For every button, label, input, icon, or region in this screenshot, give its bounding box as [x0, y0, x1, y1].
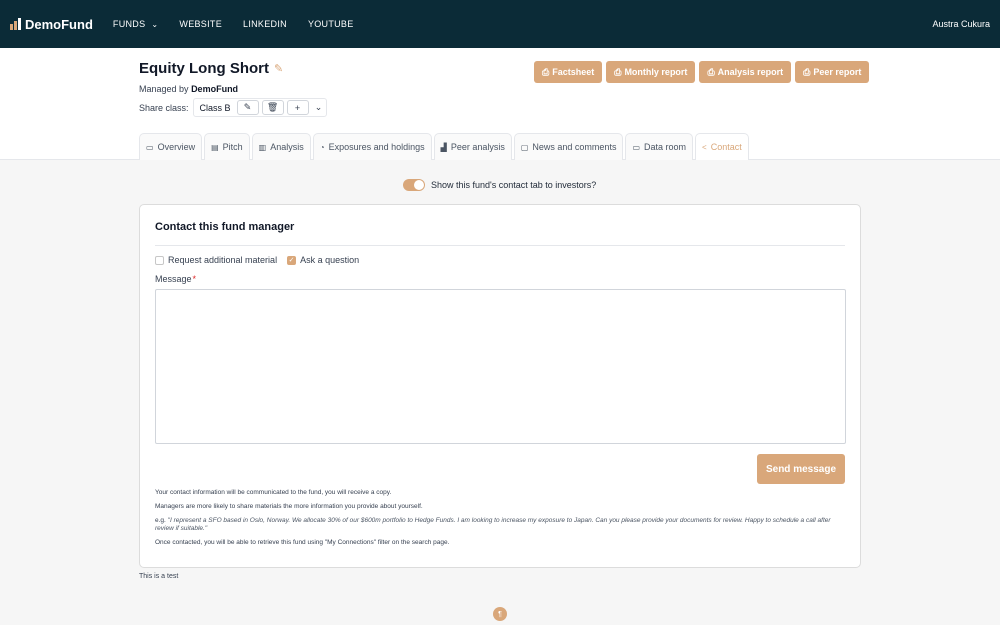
tab-exposures[interactable]: ◔ Exposures and holdings [312, 133, 432, 160]
edit-icon: ✎ [243, 102, 252, 112]
title-row: Equity Long Short ✎ [139, 60, 283, 77]
edit-share-class-button[interactable]: ✎ [236, 100, 259, 115]
help-icon[interactable]: ¶ [493, 607, 507, 621]
nav-website[interactable]: WEBSITE [179, 19, 222, 29]
message-label: Message* [155, 274, 196, 284]
ask-question-option[interactable]: ✓ Ask a question [287, 255, 359, 265]
nav-website-label: WEBSITE [179, 19, 223, 29]
message-textarea[interactable] [155, 289, 846, 444]
managed-by-prefix: Managed by [139, 84, 189, 94]
tab-analysis-label: Analysis [270, 142, 304, 152]
note-more-info: Managers are more likely to share materi… [155, 502, 423, 510]
fund-title: Equity Long Short [139, 60, 269, 77]
note-example-prefix: e.g. [155, 516, 166, 524]
tab-news-label: News and comments [532, 142, 617, 152]
analysis-report-button[interactable]: ⎙ Analysis report [699, 61, 792, 83]
divider [155, 245, 845, 246]
share-class-group: Class B ✎ 🗑 + ⌄ [192, 98, 327, 117]
tab-exposures-label: Exposures and holdings [328, 142, 425, 152]
note-example: e.g. "I represent a SFO based in Oslo, N… [155, 517, 845, 535]
message-label-text: Message [155, 274, 192, 284]
contact-visibility-label: Show this fund's contact tab to investor… [431, 180, 597, 190]
plus-icon: + [294, 102, 301, 113]
tab-overview[interactable]: ▭ Overview [139, 133, 203, 160]
request-material-label: Request additional material [168, 255, 278, 265]
folder-icon: ▭ [632, 142, 641, 152]
chevron-down-icon: ⌄ [151, 19, 159, 29]
top-navbar: DemoFund FUNDS ⌄ WEBSITE LINKEDIN YOUTUB… [0, 0, 1000, 48]
add-share-class-button[interactable]: + [286, 100, 309, 115]
tab-data-room-label: Data room [644, 142, 687, 152]
fund-tabs: ▭ Overview ▤ Pitch ▥ Analysis ◔ Exposures an… [139, 133, 749, 160]
nav-linkedin[interactable]: LINKEDIN [243, 19, 287, 29]
share-class-label: Share class: [139, 102, 189, 113]
monthly-report-button[interactable]: ⎙ Monthly report [606, 61, 696, 83]
user-menu[interactable]: Austra Cukura [932, 19, 990, 29]
tab-analysis[interactable]: ▥ Analysis [251, 133, 311, 160]
printer-icon: ⎙ [542, 66, 550, 77]
contact-visibility-row: Show this fund's contact tab to investor… [403, 179, 596, 191]
monthly-report-label: Monthly report [624, 67, 688, 77]
edit-title-icon[interactable]: ✎ [274, 62, 283, 75]
tab-contact-label: Contact [710, 142, 742, 152]
printer-icon: ⎙ [614, 66, 622, 77]
nav-youtube[interactable]: YOUTUBE [308, 19, 354, 29]
contact-notes: Your contact information will be communi… [155, 489, 845, 553]
contact-card: Contact this fund manager Request additi… [139, 204, 861, 568]
share-class-value[interactable]: Class B [194, 103, 237, 113]
note-connections: Once contacted, you will be able to retr… [155, 539, 450, 547]
tab-overview-label: Overview [157, 142, 196, 152]
tab-pitch[interactable]: ▤ Pitch [204, 133, 250, 160]
tab-data-room[interactable]: ▭ Data room [625, 133, 694, 160]
required-marker: * [192, 274, 197, 284]
share-icon: < [702, 142, 707, 152]
peer-report-button[interactable]: ⎙ Peer report [795, 61, 870, 83]
report-buttons: ⎙ Factsheet ⎙ Monthly report ⎙ Analysis rep… [534, 61, 870, 83]
tab-peer-analysis-label: Peer analysis [450, 142, 505, 152]
contact-options: Request additional material ✓ Ask a ques… [155, 255, 359, 265]
nav-funds[interactable]: FUNDS ⌄ [113, 19, 159, 29]
analysis-report-label: Analysis report [717, 67, 784, 77]
request-material-option[interactable]: Request additional material [155, 255, 277, 265]
tab-peer-analysis[interactable]: ▟ Peer analysis [433, 133, 512, 160]
factsheet-label: Factsheet [552, 67, 595, 77]
peer-chart-icon: ▟ [440, 142, 447, 152]
contact-card-title: Contact this fund manager [155, 221, 295, 233]
pie-chart-icon: ◔ [319, 142, 325, 152]
bar-chart-icon: ▥ [258, 142, 267, 152]
check-icon: ✓ [288, 257, 295, 264]
trash-icon: 🗑 [266, 102, 279, 112]
tab-contact[interactable]: < Contact [695, 133, 749, 160]
main-nav: FUNDS ⌄ WEBSITE LINKEDIN YOUTUBE [113, 19, 354, 29]
contact-visibility-toggle[interactable] [403, 179, 425, 191]
tab-news[interactable]: ▢ News and comments [513, 133, 624, 160]
nav-funds-label: FUNDS [112, 19, 146, 29]
footer-text: This is a test [139, 573, 179, 580]
share-class-row: Share class: Class B ✎ 🗑 + ⌄ [139, 98, 327, 117]
fund-header: Equity Long Short ✎ Managed by DemoFund … [0, 48, 1000, 160]
comment-icon: ▢ [520, 142, 529, 152]
tab-pitch-label: Pitch [222, 142, 243, 152]
send-message-button[interactable]: Send message [757, 454, 845, 484]
managed-by: Managed by DemoFund [139, 84, 238, 94]
ask-question-checkbox[interactable]: ✓ [287, 255, 297, 265]
book-icon: ▤ [211, 142, 219, 152]
share-class-dropdown-chevron-icon[interactable]: ⌄ [312, 102, 326, 113]
overview-icon: ▭ [146, 142, 154, 152]
factsheet-button[interactable]: ⎙ Factsheet [534, 61, 603, 83]
nav-youtube-label: YOUTUBE [307, 19, 354, 29]
note-example-text: "I represent a SFO based in Oslo, Norway… [155, 516, 831, 533]
manager-name[interactable]: DemoFund [191, 84, 238, 94]
logo-bars-icon [10, 18, 21, 30]
logo[interactable]: DemoFund [10, 17, 93, 32]
peer-report-label: Peer report [813, 67, 862, 77]
printer-icon: ⎙ [707, 66, 715, 77]
request-material-checkbox[interactable] [155, 255, 164, 265]
ask-question-label: Ask a question [300, 255, 360, 265]
delete-share-class-button[interactable]: 🗑 [261, 100, 284, 115]
printer-icon: ⎙ [803, 66, 811, 77]
logo-text: DemoFund [25, 16, 93, 32]
nav-linkedin-label: LINKEDIN [243, 19, 287, 29]
note-communicated: Your contact information will be communi… [155, 489, 392, 496]
